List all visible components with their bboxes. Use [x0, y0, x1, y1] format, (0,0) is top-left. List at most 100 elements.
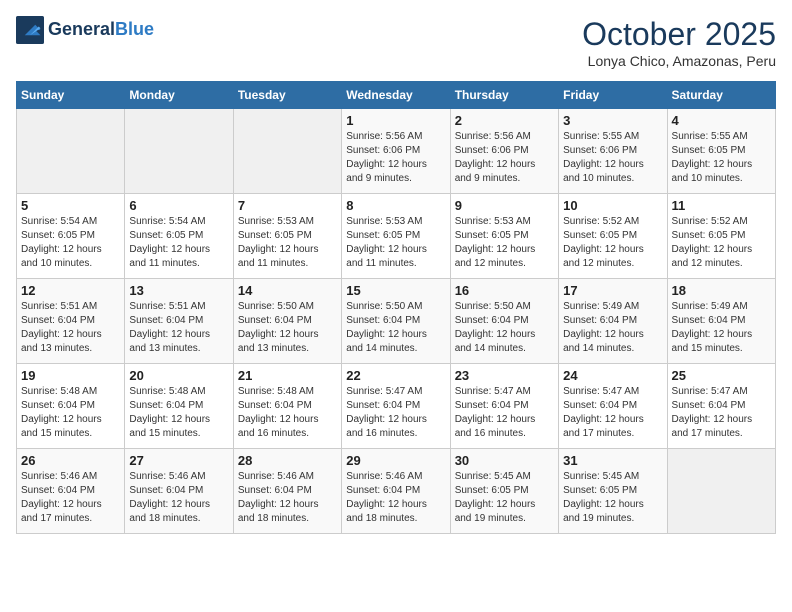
day-info: Sunrise: 5:49 AM Sunset: 6:04 PM Dayligh… — [563, 300, 662, 356]
day-number: 15 — [346, 283, 445, 298]
calendar-cell: 10Sunrise: 5:52 AM Sunset: 6:05 PM Dayli… — [559, 194, 667, 279]
day-info: Sunrise: 5:45 AM Sunset: 6:05 PM Dayligh… — [563, 470, 662, 526]
day-number: 5 — [21, 198, 120, 213]
day-info: Sunrise: 5:46 AM Sunset: 6:04 PM Dayligh… — [238, 470, 337, 526]
day-number: 11 — [672, 198, 771, 213]
day-info: Sunrise: 5:49 AM Sunset: 6:04 PM Dayligh… — [672, 300, 771, 356]
calendar-cell: 6 Sunrise: 5:54 AM Sunset: 6:05 PM Daylig… — [125, 194, 233, 279]
calendar-cell: 31 Sunrise: 5:45 AM Sunset: 6:05 PM Dayli… — [559, 449, 667, 534]
logo-icon — [16, 16, 44, 44]
weekday-header: Friday — [559, 82, 667, 109]
day-info: Sunrise: 5:54 AM Sunset: 6:05 PM Dayligh… — [129, 215, 228, 271]
calendar-cell: 3 Sunrise: 5:55 AM Sunset: 6:06 PM Daylig… — [559, 109, 667, 194]
day-info: Sunrise: 5:53 AM Sunset: 6:05 PM Dayligh… — [238, 215, 337, 271]
day-info: Sunrise: 5:47 AM Sunset: 6:04 PM Dayligh… — [455, 385, 554, 441]
day-info: Sunrise: 5:51 AM Sunset: 6:04 PM Dayligh… — [129, 300, 228, 356]
calendar-cell: 23 Sunrise: 5:47 AM Sunset: 6:04 PM Dayli… — [450, 364, 558, 449]
calendar-cell: 25 Sunrise: 5:47 AM Sunset: 6:04 PM Dayli… — [667, 364, 775, 449]
month-title: October 2025 — [582, 16, 776, 53]
calendar-cell: 2 Sunrise: 5:56 AM Sunset: 6:06 PM Daylig… — [450, 109, 558, 194]
calendar-cell — [125, 109, 233, 194]
calendar-week-row: 1 Sunrise: 5:56 AM Sunset: 6:06 PM Daylig… — [17, 109, 776, 194]
day-info: Sunrise: 5:50 AM Sunset: 6:04 PM Dayligh… — [238, 300, 337, 356]
day-number: 21 — [238, 368, 337, 383]
calendar-cell: 26 Sunrise: 5:46 AM Sunset: 6:04 PM Dayli… — [17, 449, 125, 534]
logo-blue: Blue — [115, 19, 154, 39]
calendar-week-row: 26 Sunrise: 5:46 AM Sunset: 6:04 PM Dayli… — [17, 449, 776, 534]
logo: GeneralBlue — [16, 16, 154, 44]
day-number: 4 — [672, 113, 771, 128]
day-info: Sunrise: 5:51 AM Sunset: 6:04 PM Dayligh… — [21, 300, 120, 356]
day-info: Sunrise: 5:47 AM Sunset: 6:04 PM Dayligh… — [672, 385, 771, 441]
calendar-cell: 1 Sunrise: 5:56 AM Sunset: 6:06 PM Daylig… — [342, 109, 450, 194]
page-header: GeneralBlue October 2025 Lonya Chico, Am… — [16, 16, 776, 69]
day-info: Sunrise: 5:55 AM Sunset: 6:05 PM Dayligh… — [672, 130, 771, 186]
calendar-cell: 13Sunrise: 5:51 AM Sunset: 6:04 PM Dayli… — [125, 279, 233, 364]
calendar-cell: 30Sunrise: 5:45 AM Sunset: 6:05 PM Dayli… — [450, 449, 558, 534]
day-number: 10 — [563, 198, 662, 213]
calendar-cell — [233, 109, 341, 194]
day-number: 26 — [21, 453, 120, 468]
calendar-cell: 29Sunrise: 5:46 AM Sunset: 6:04 PM Dayli… — [342, 449, 450, 534]
day-info: Sunrise: 5:48 AM Sunset: 6:04 PM Dayligh… — [21, 385, 120, 441]
calendar-cell — [667, 449, 775, 534]
day-info: Sunrise: 5:48 AM Sunset: 6:04 PM Dayligh… — [129, 385, 228, 441]
day-info: Sunrise: 5:52 AM Sunset: 6:05 PM Dayligh… — [672, 215, 771, 271]
weekday-header: Sunday — [17, 82, 125, 109]
calendar-cell: 17Sunrise: 5:49 AM Sunset: 6:04 PM Dayli… — [559, 279, 667, 364]
title-block: October 2025 Lonya Chico, Amazonas, Peru — [582, 16, 776, 69]
calendar-cell: 12Sunrise: 5:51 AM Sunset: 6:04 PM Dayli… — [17, 279, 125, 364]
day-info: Sunrise: 5:47 AM Sunset: 6:04 PM Dayligh… — [563, 385, 662, 441]
day-info: Sunrise: 5:50 AM Sunset: 6:04 PM Dayligh… — [346, 300, 445, 356]
calendar-cell: 11 Sunrise: 5:52 AM Sunset: 6:05 PM Dayli… — [667, 194, 775, 279]
calendar-body: 1 Sunrise: 5:56 AM Sunset: 6:06 PM Daylig… — [17, 109, 776, 534]
calendar-cell: 14 Sunrise: 5:50 AM Sunset: 6:04 PM Dayli… — [233, 279, 341, 364]
day-number: 24 — [563, 368, 662, 383]
weekday-header: Saturday — [667, 82, 775, 109]
day-number: 3 — [563, 113, 662, 128]
calendar-cell — [17, 109, 125, 194]
day-number: 14 — [238, 283, 337, 298]
weekday-header: Thursday — [450, 82, 558, 109]
logo-general: General — [48, 19, 115, 39]
location: Lonya Chico, Amazonas, Peru — [582, 53, 776, 69]
day-number: 25 — [672, 368, 771, 383]
day-number: 31 — [563, 453, 662, 468]
day-info: Sunrise: 5:46 AM Sunset: 6:04 PM Dayligh… — [346, 470, 445, 526]
day-info: Sunrise: 5:48 AM Sunset: 6:04 PM Dayligh… — [238, 385, 337, 441]
day-info: Sunrise: 5:50 AM Sunset: 6:04 PM Dayligh… — [455, 300, 554, 356]
day-number: 27 — [129, 453, 228, 468]
day-number: 19 — [21, 368, 120, 383]
calendar-cell: 21 Sunrise: 5:48 AM Sunset: 6:04 PM Dayli… — [233, 364, 341, 449]
weekday-header: Tuesday — [233, 82, 341, 109]
calendar-cell: 24 Sunrise: 5:47 AM Sunset: 6:04 PM Dayli… — [559, 364, 667, 449]
weekday-header: Wednesday — [342, 82, 450, 109]
calendar-cell: 5 Sunrise: 5:54 AM Sunset: 6:05 PM Daylig… — [17, 194, 125, 279]
calendar-cell: 7 Sunrise: 5:53 AM Sunset: 6:05 PM Daylig… — [233, 194, 341, 279]
day-number: 6 — [129, 198, 228, 213]
day-info: Sunrise: 5:55 AM Sunset: 6:06 PM Dayligh… — [563, 130, 662, 186]
day-info: Sunrise: 5:54 AM Sunset: 6:05 PM Dayligh… — [21, 215, 120, 271]
day-number: 1 — [346, 113, 445, 128]
calendar-table: SundayMondayTuesdayWednesdayThursdayFrid… — [16, 81, 776, 534]
calendar-cell: 22 Sunrise: 5:47 AM Sunset: 6:04 PM Dayli… — [342, 364, 450, 449]
calendar-header-row: SundayMondayTuesdayWednesdayThursdayFrid… — [17, 82, 776, 109]
day-number: 18 — [672, 283, 771, 298]
calendar-week-row: 5 Sunrise: 5:54 AM Sunset: 6:05 PM Daylig… — [17, 194, 776, 279]
day-info: Sunrise: 5:53 AM Sunset: 6:05 PM Dayligh… — [455, 215, 554, 271]
day-number: 20 — [129, 368, 228, 383]
day-info: Sunrise: 5:46 AM Sunset: 6:04 PM Dayligh… — [21, 470, 120, 526]
day-info: Sunrise: 5:56 AM Sunset: 6:06 PM Dayligh… — [346, 130, 445, 186]
day-number: 30 — [455, 453, 554, 468]
day-info: Sunrise: 5:47 AM Sunset: 6:04 PM Dayligh… — [346, 385, 445, 441]
calendar-cell: 16Sunrise: 5:50 AM Sunset: 6:04 PM Dayli… — [450, 279, 558, 364]
day-number: 22 — [346, 368, 445, 383]
day-number: 23 — [455, 368, 554, 383]
day-info: Sunrise: 5:56 AM Sunset: 6:06 PM Dayligh… — [455, 130, 554, 186]
day-number: 2 — [455, 113, 554, 128]
calendar-cell: 18 Sunrise: 5:49 AM Sunset: 6:04 PM Dayli… — [667, 279, 775, 364]
day-number: 7 — [238, 198, 337, 213]
calendar-cell: 8Sunrise: 5:53 AM Sunset: 6:05 PM Daylig… — [342, 194, 450, 279]
day-number: 9 — [455, 198, 554, 213]
calendar-week-row: 12Sunrise: 5:51 AM Sunset: 6:04 PM Dayli… — [17, 279, 776, 364]
